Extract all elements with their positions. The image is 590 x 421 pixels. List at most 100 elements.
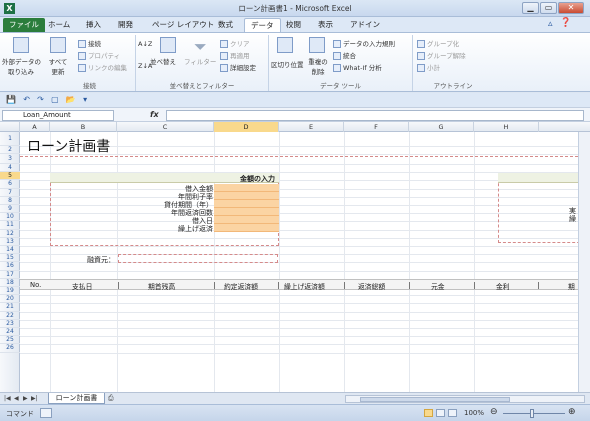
edit-links-button[interactable]: リンクの編集	[78, 62, 127, 72]
input-loan-date[interactable]	[214, 216, 279, 224]
tab-page-layout[interactable]: ページ レイアウト	[146, 18, 220, 32]
refresh-all-button[interactable]: すべて 更新	[46, 56, 70, 76]
input-prepayment[interactable]	[214, 224, 279, 232]
input-payments-per-year[interactable]	[214, 208, 279, 216]
redo-icon[interactable]: ↷	[37, 95, 44, 104]
row-header-4[interactable]: 4	[0, 164, 20, 173]
page-layout-view-icon[interactable]	[436, 409, 445, 417]
advanced-button[interactable]: 詳細設定	[220, 62, 256, 72]
lender-input[interactable]	[118, 254, 278, 263]
col-header-a[interactable]: A	[20, 122, 50, 132]
horizontal-scrollbar[interactable]	[345, 395, 585, 403]
row-header-12[interactable]: 12	[0, 230, 20, 238]
undo-icon[interactable]: ↶	[23, 95, 30, 104]
horizontal-scroll-thumb[interactable]	[360, 397, 510, 402]
row-header-23[interactable]: 23	[0, 320, 20, 328]
zoom-level[interactable]: 100%	[464, 409, 484, 417]
row-header-11[interactable]: 11	[0, 221, 20, 230]
row-header-19[interactable]: 19	[0, 287, 20, 296]
group-button[interactable]: グループ化	[417, 38, 459, 48]
new-file-icon[interactable]: ▢	[51, 95, 59, 104]
ribbon-collapse-icon[interactable]: ▵	[548, 19, 553, 29]
zoom-out-icon[interactable]: ⊖	[490, 407, 498, 417]
last-sheet-icon[interactable]: ▶|	[31, 395, 38, 402]
row-header-7[interactable]: 7	[0, 189, 20, 197]
input-annual-rate[interactable]	[214, 192, 279, 200]
tab-file[interactable]: ファイル	[3, 18, 45, 32]
row-header-6[interactable]: 6	[0, 180, 20, 189]
sheet-tab-active[interactable]: ローン計画書	[48, 393, 105, 404]
prev-sheet-icon[interactable]: ◀	[14, 395, 19, 402]
open-file-icon[interactable]: 📂	[66, 95, 76, 104]
col-header-f[interactable]: F	[344, 122, 409, 132]
filter-button[interactable]: フィルター	[184, 56, 216, 66]
remove-duplicates-button[interactable]: 重複の 削除	[307, 56, 329, 76]
name-box[interactable]: Loan_Amount	[2, 110, 114, 121]
row-header-5[interactable]: 5	[0, 172, 20, 181]
consolidate-button[interactable]: 統合	[333, 50, 356, 60]
zoom-slider-thumb[interactable]	[530, 409, 534, 418]
col-header-h[interactable]: H	[474, 122, 539, 132]
minimize-button[interactable]: ▁	[522, 2, 539, 14]
page-break-view-icon[interactable]	[448, 409, 457, 417]
qat-customize-icon[interactable]: ▾	[83, 95, 87, 104]
help-icon[interactable]: ❓	[560, 18, 571, 28]
vertical-scrollbar[interactable]	[578, 132, 590, 392]
properties-button[interactable]: プロパティ	[78, 50, 120, 60]
data-validation-button[interactable]: データの入力規則	[333, 38, 395, 48]
row-header-9[interactable]: 9	[0, 205, 20, 214]
what-if-button[interactable]: What-If 分析	[333, 62, 382, 72]
row-header-24[interactable]: 24	[0, 328, 20, 337]
close-button[interactable]: ✕	[558, 2, 584, 14]
col-header-c[interactable]: C	[117, 122, 214, 132]
input-loan-amount[interactable]	[214, 184, 279, 192]
row-header-14[interactable]: 14	[0, 246, 20, 255]
row-header-3[interactable]: 3	[0, 154, 20, 164]
col-header-e[interactable]: E	[279, 122, 344, 132]
row-header-21[interactable]: 21	[0, 303, 20, 312]
macro-record-icon[interactable]	[40, 408, 52, 418]
row-header-8[interactable]: 8	[0, 197, 20, 205]
tab-developer[interactable]: 開発	[112, 18, 139, 32]
tab-data[interactable]: データ	[244, 18, 281, 32]
subtotal-button[interactable]: 小計	[417, 62, 440, 72]
select-all-corner[interactable]	[0, 122, 20, 132]
external-data-button[interactable]: 外部データの 取り込み	[2, 56, 41, 76]
col-header-b[interactable]: B	[50, 122, 117, 132]
col-header-g[interactable]: G	[409, 122, 474, 132]
connections-button[interactable]: 接続	[78, 38, 101, 48]
reapply-button[interactable]: 再適用	[220, 50, 250, 60]
input-loan-term[interactable]	[214, 200, 279, 208]
ungroup-button[interactable]: グループ解除	[417, 50, 466, 60]
row-header-10[interactable]: 10	[0, 213, 20, 222]
row-header-17[interactable]: 17	[0, 271, 20, 279]
text-to-columns-button[interactable]: 区切り位置	[271, 59, 304, 69]
row-header-18[interactable]: 18	[0, 279, 20, 287]
row-header-20[interactable]: 20	[0, 295, 20, 304]
fx-icon[interactable]: fx	[150, 110, 159, 119]
row-header-26[interactable]: 26	[0, 344, 20, 353]
tab-home[interactable]: ホーム	[42, 18, 76, 32]
row-header-13[interactable]: 13	[0, 238, 20, 246]
row-header-1[interactable]: 1	[0, 132, 20, 146]
tab-view[interactable]: 表示	[312, 18, 339, 32]
zoom-in-icon[interactable]: ⊕	[568, 407, 576, 417]
clear-button[interactable]: クリア	[220, 38, 250, 48]
first-sheet-icon[interactable]: |◀	[4, 395, 11, 402]
sort-button[interactable]: 並べ替え	[150, 56, 176, 66]
row-header-25[interactable]: 25	[0, 336, 20, 345]
formula-input[interactable]	[166, 110, 584, 121]
row-header-15[interactable]: 15	[0, 254, 20, 263]
normal-view-icon[interactable]	[424, 409, 433, 417]
col-header-d[interactable]: D	[214, 122, 279, 132]
row-header-2[interactable]: 2	[0, 146, 20, 154]
row-header-22[interactable]: 22	[0, 312, 20, 320]
tab-review[interactable]: 校閲	[280, 18, 307, 32]
tab-insert[interactable]: 挿入	[80, 18, 107, 32]
sort-ascending-button[interactable]: A↓Z	[138, 40, 152, 48]
restore-button[interactable]: ▭	[540, 2, 557, 14]
tab-formulas[interactable]: 数式	[212, 18, 239, 32]
next-sheet-icon[interactable]: ▶	[23, 395, 28, 402]
insert-sheet-icon[interactable]: ⎙	[108, 394, 114, 403]
save-icon[interactable]: 💾	[6, 95, 16, 104]
